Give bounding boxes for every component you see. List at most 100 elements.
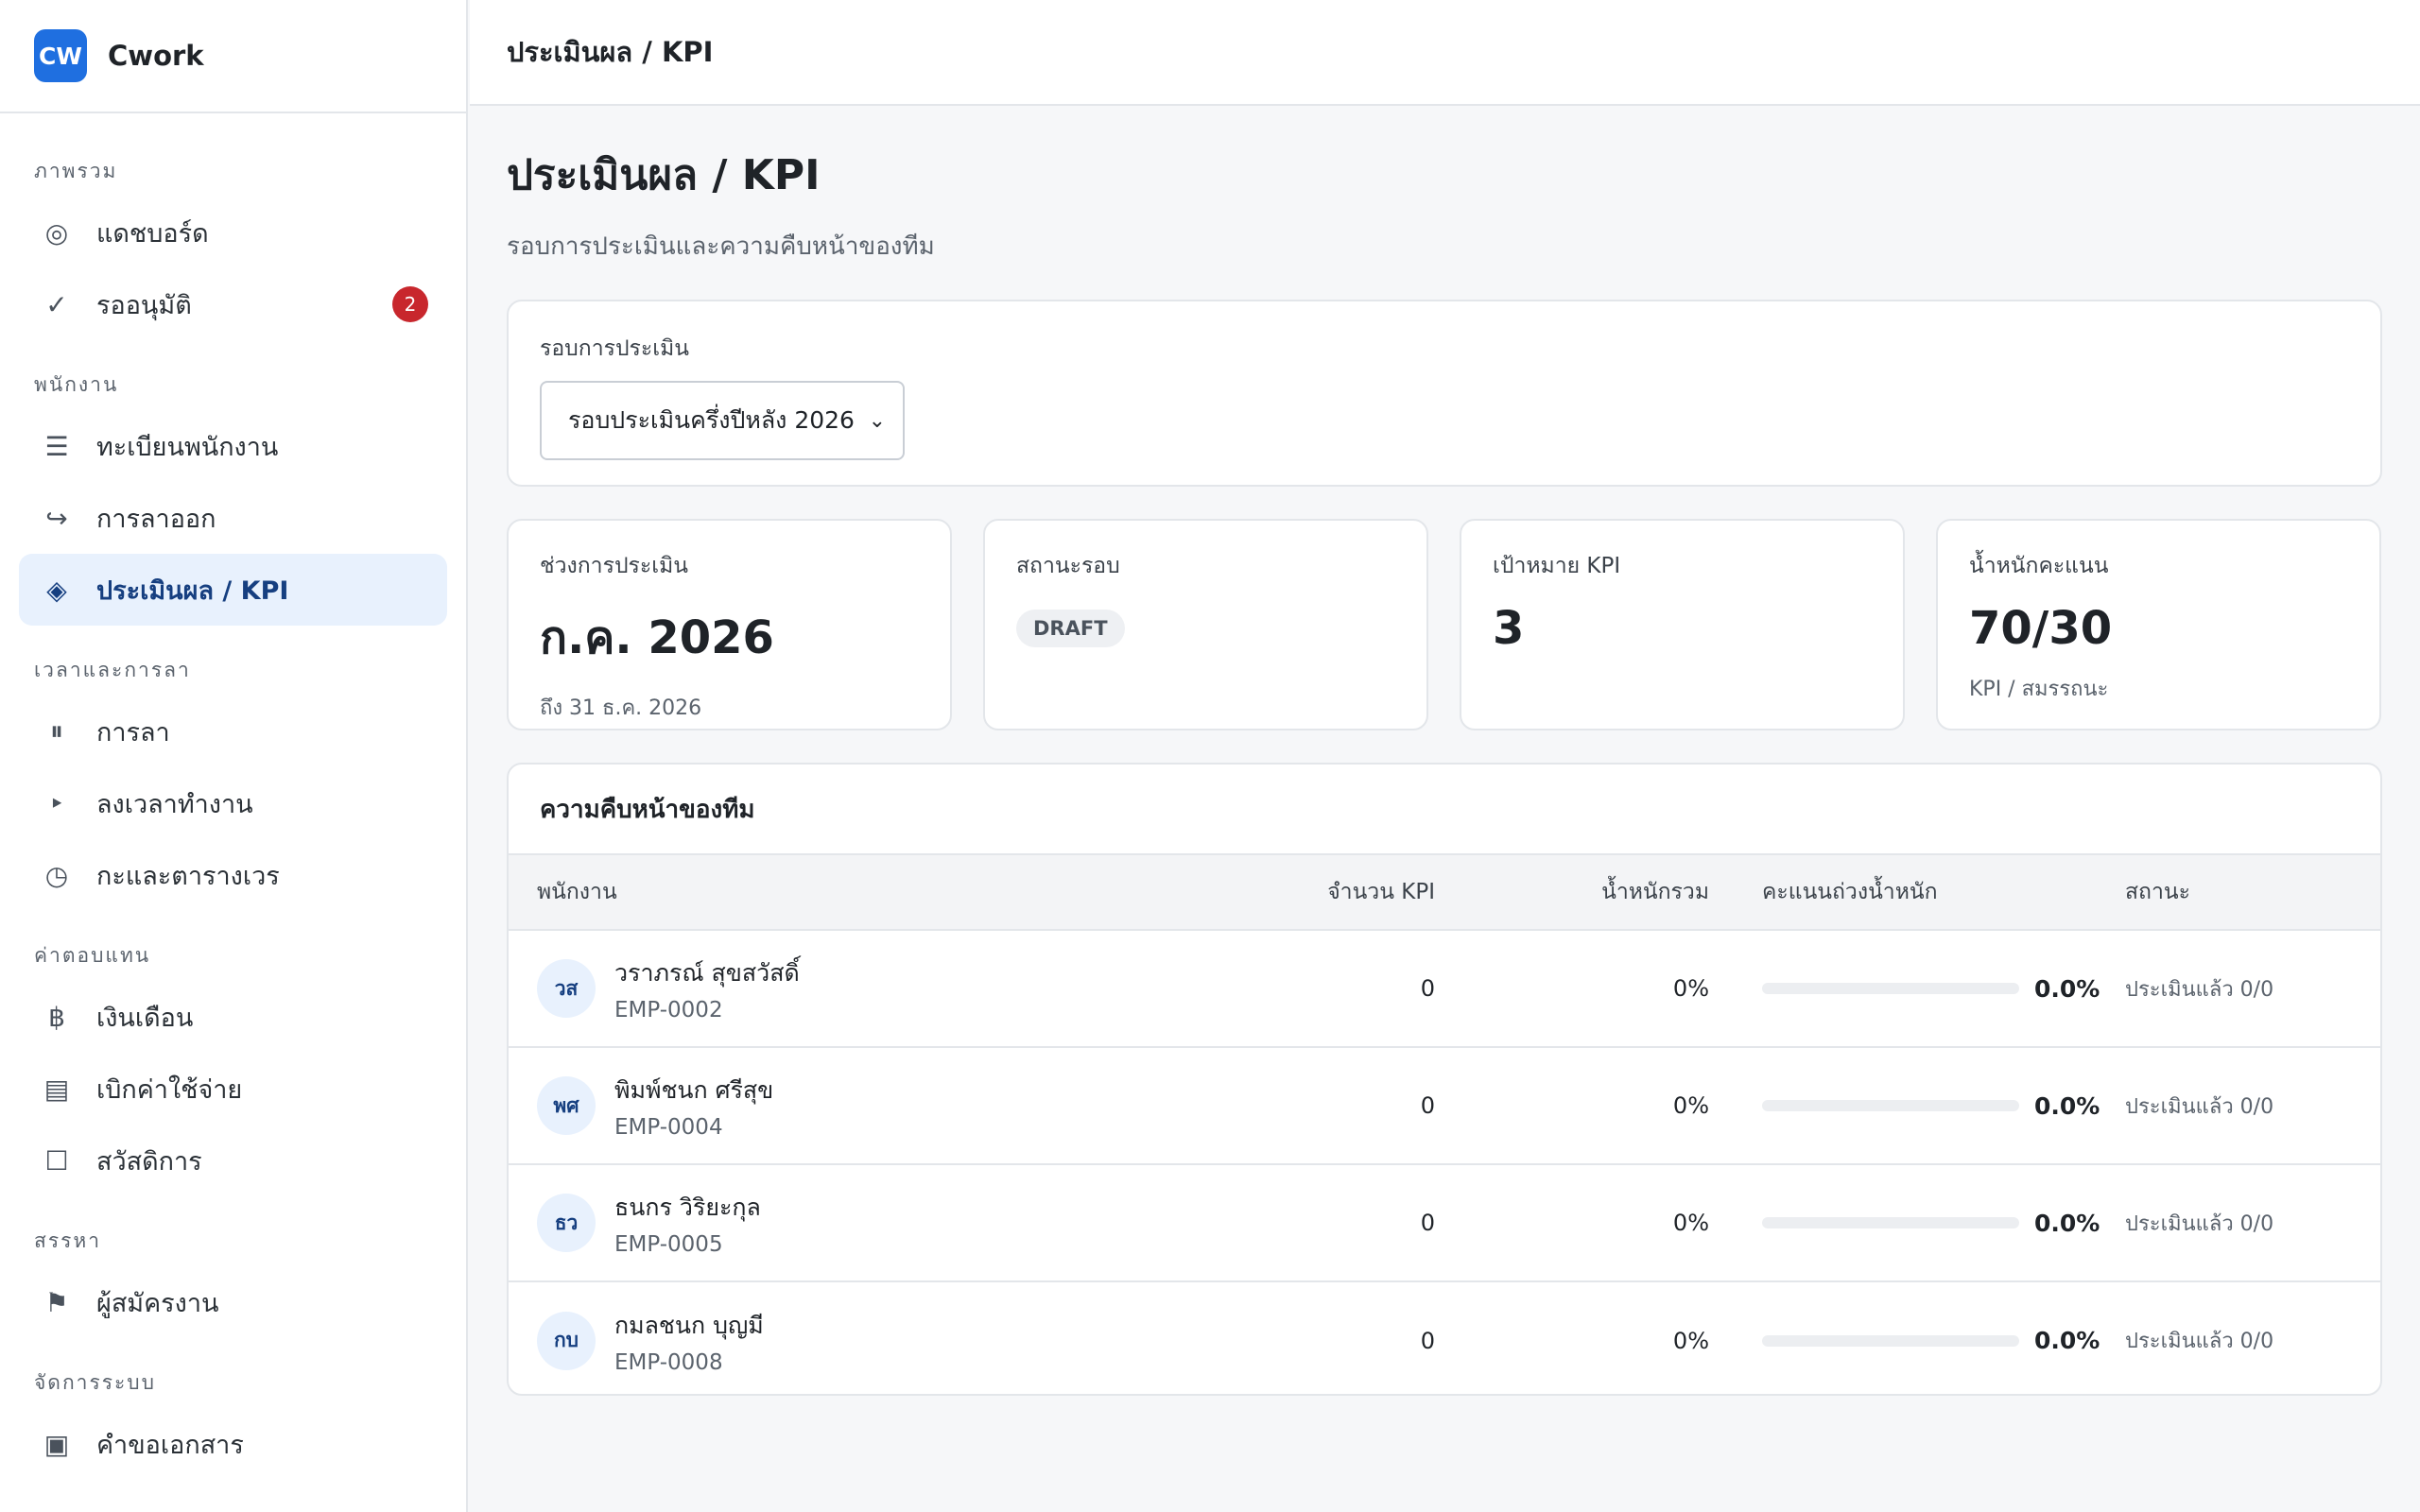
receipt-icon: ▤ xyxy=(43,1073,70,1105)
table-row[interactable]: กบ กมลชนก บุญมี EMP-0008 0 0% 0.0% ประเม… xyxy=(509,1281,2380,1394)
col-kpi-count: จำนวน KPI xyxy=(1327,880,1435,904)
page-title: ประเมินผล / KPI xyxy=(507,151,821,199)
nav-section-title: จัดการระบบ xyxy=(34,1371,156,1394)
exit-icon: ↪ xyxy=(45,502,68,534)
employee-name: พิมพ์ชนก ศรีสุข xyxy=(614,1076,774,1104)
total-weight-cell: 0% xyxy=(1672,1210,1709,1236)
avatar: พศ xyxy=(537,1076,596,1135)
sidebar-item[interactable]: ‣ ลงเวลาทำงาน xyxy=(19,767,447,839)
sidebar-item-label: เงินเดือน xyxy=(96,1003,194,1033)
col-total-weight: น้ำหนักรวม xyxy=(1601,880,1709,904)
sidebar-item-label: ลงเวลาทำงาน xyxy=(96,789,253,819)
col-weighted-score: คะแนนถ่วงน้ำหนัก xyxy=(1762,880,1938,904)
employee-info: กบ กมลชนก บุญมี EMP-0008 xyxy=(537,1307,1170,1375)
brand-name: Cwork xyxy=(108,40,204,72)
employee-cell: กบ กมลชนก บุญมี EMP-0008 xyxy=(509,1281,1170,1394)
box-icon: ☐ xyxy=(44,1144,69,1177)
sidebar-item[interactable]: ◈ ประเมินผล / KPI xyxy=(19,554,447,626)
stat-kpi-target-value: 3 xyxy=(1493,602,1525,655)
kpi-count-cell: 0 xyxy=(1420,1327,1435,1354)
table-row[interactable]: ธว ธนกร วิริยะกุล EMP-0005 0 0% 0.0% ประ… xyxy=(509,1164,2380,1281)
weighted-score-cell: 0.0% xyxy=(1709,1164,2125,1281)
employee-text: ธนกร วิริยะกุล EMP-0005 xyxy=(614,1189,761,1257)
employee-name: ธนกร วิริยะกุล xyxy=(614,1194,761,1221)
stat-period: ช่วงการประเมิน ก.ค. 2026 ถึง 31 ธ.ค. 202… xyxy=(507,519,952,730)
diamond-icon: ◈ xyxy=(46,574,67,606)
table-row[interactable]: วส วราภรณ์ สุขสวัสดิ์ EMP-0002 0 0% 0.0%… xyxy=(509,930,2380,1047)
stat-kpi-target-label: เป้าหมาย KPI xyxy=(1493,554,1621,578)
employee-info: ธว ธนกร วิริยะกุล EMP-0005 xyxy=(537,1189,1170,1257)
sidebar-item[interactable]: ◷ กะและตารางเวร xyxy=(19,839,447,911)
avatar: วส xyxy=(537,959,596,1018)
employee-code: EMP-0004 xyxy=(614,1115,723,1140)
sidebar-item-label: คำขอเอกสาร xyxy=(96,1430,244,1460)
employee-text: พิมพ์ชนก ศรีสุข EMP-0004 xyxy=(614,1072,773,1140)
sidebar-item-label: รออนุมัติ xyxy=(96,290,192,320)
clock-icon: ◷ xyxy=(44,859,69,891)
sidebar-item[interactable]: ⚑ ผู้สมัครงาน xyxy=(19,1266,447,1338)
sidebar-item-label: สวัสดิการ xyxy=(96,1146,202,1177)
check-icon: ✓ xyxy=(45,288,68,320)
employee-code: EMP-0005 xyxy=(614,1232,723,1257)
stats-row: ช่วงการประเมิน ก.ค. 2026 ถึง 31 ธ.ค. 202… xyxy=(507,519,2382,730)
sidebar-item[interactable]: ◎ แดชบอร์ด xyxy=(19,197,447,268)
table-row[interactable]: พศ พิมพ์ชนก ศรีสุข EMP-0004 0 0% 0.0% ปร… xyxy=(509,1047,2380,1164)
stat-weight: น้ำหนักคะแนน 70/30 KPI / สมรรถนะ xyxy=(1936,519,2381,730)
sidebar-item-label: เบิกค่าใช้จ่าย xyxy=(96,1074,243,1105)
employee-cell: ธว ธนกร วิริยะกุล EMP-0005 xyxy=(509,1164,1170,1281)
score-progress: 0.0% xyxy=(1762,1210,2125,1237)
brand[interactable]: CW Cwork xyxy=(0,0,466,113)
weighted-score-cell: 0.0% xyxy=(1709,930,2125,1047)
col-employee: พนักงาน xyxy=(537,880,617,904)
stat-weight-sub: KPI / สมรรถนะ xyxy=(1969,678,2109,701)
sidebar-item[interactable]: ✓ รออนุมัติ 2 xyxy=(19,268,447,340)
sidebar-item-label: แดชบอร์ด xyxy=(96,218,209,249)
sidebar-item-label: การลาออก xyxy=(96,504,216,534)
chevron-down-icon: ⌄ xyxy=(868,408,886,433)
sidebar-item[interactable]: ฿ เงินเดือน xyxy=(19,981,447,1053)
stat-status: สถานะรอบ DRAFT xyxy=(983,519,1428,730)
team-progress-card: ความคืบหน้าของทีม พนักงาน จำนวน KPI น้ำห… xyxy=(507,763,2382,1396)
sidebar-item[interactable]: ▣ คำขอเอกสาร xyxy=(19,1408,447,1480)
topbar: ประเมินผล / KPI xyxy=(470,0,2420,106)
stat-kpi-target: เป้าหมาย KPI 3 xyxy=(1460,519,1905,730)
employee-text: วราภรณ์ สุขสวัสดิ์ EMP-0002 xyxy=(614,954,800,1022)
sidebar-item[interactable]: ☐ สวัสดิการ xyxy=(19,1125,447,1196)
round-select-value: รอบประเมินครึ่งปีหลัง 2026 xyxy=(568,406,855,434)
sidebar-item[interactable]: ☰ ทะเบียนพนักงาน xyxy=(19,410,447,482)
nav-section-title: พนักงาน xyxy=(34,373,119,396)
score-progress: 0.0% xyxy=(1762,1327,2125,1354)
progress-track xyxy=(1762,1100,2019,1111)
round-label: รอบการประเมิน xyxy=(540,336,690,361)
kpi-count-cell: 0 xyxy=(1420,1092,1435,1119)
score-progress: 0.0% xyxy=(1762,1092,2125,1120)
stat-weight-value: 70/30 xyxy=(1969,602,2113,655)
flag-icon: ⚑ xyxy=(44,1286,69,1318)
progress-track xyxy=(1762,1217,2019,1228)
employee-cell: พศ พิมพ์ชนก ศรีสุข EMP-0004 xyxy=(509,1047,1170,1164)
round-select[interactable]: รอบประเมินครึ่งปีหลัง 2026 ⌄ xyxy=(540,381,905,460)
kpi-count-cell: 0 xyxy=(1420,975,1435,1002)
sidebar-item[interactable]: ▤ เบิกค่าใช้จ่าย xyxy=(19,1053,447,1125)
progress-track xyxy=(1762,1334,2019,1347)
sidebar: CW Cwork ภาพรวม ◎ แดชบอร์ด ✓ รออนุมัติ 2 พนักง… xyxy=(0,0,468,1512)
sidebar-item[interactable]: ↪ การลาออก xyxy=(19,482,447,554)
list-icon: ☰ xyxy=(44,430,69,462)
employee-cell: วส วราภรณ์ สุขสวัสดิ์ EMP-0002 xyxy=(509,930,1170,1047)
score-value: 0.0% xyxy=(2034,1327,2100,1354)
employee-code: EMP-0002 xyxy=(614,998,723,1022)
pending-count-badge: 2 xyxy=(392,286,428,322)
score-value: 0.0% xyxy=(2034,1091,2100,1120)
sidebar-item-label: กะและตารางเวร xyxy=(96,861,280,891)
table-header-row: พนักงาน จำนวน KPI น้ำหนักรวม คะแนนถ่วงน้… xyxy=(509,854,2380,930)
evaluation-status: ประเมินแล้ว 0/0 xyxy=(2125,1094,2274,1119)
employee-name: กมลชนก บุญมี xyxy=(614,1311,764,1339)
sidebar-item[interactable]: ⏸ การลา xyxy=(19,696,447,767)
stat-period-label: ช่วงการประเมิน xyxy=(540,554,689,578)
total-weight-cell: 0% xyxy=(1672,975,1709,1002)
score-value: 0.0% xyxy=(2034,1209,2100,1237)
sidebar-item-label: ประเมินผล / KPI xyxy=(96,576,289,606)
col-status: สถานะ xyxy=(2125,880,2190,904)
evaluation-status: ประเมินแล้ว 0/0 xyxy=(2125,977,2274,1002)
sidebar-nav: ภาพรวม ◎ แดชบอร์ด ✓ รออนุมัติ 2 พนักงาน ☰ ทะเบีย… xyxy=(0,113,466,1480)
